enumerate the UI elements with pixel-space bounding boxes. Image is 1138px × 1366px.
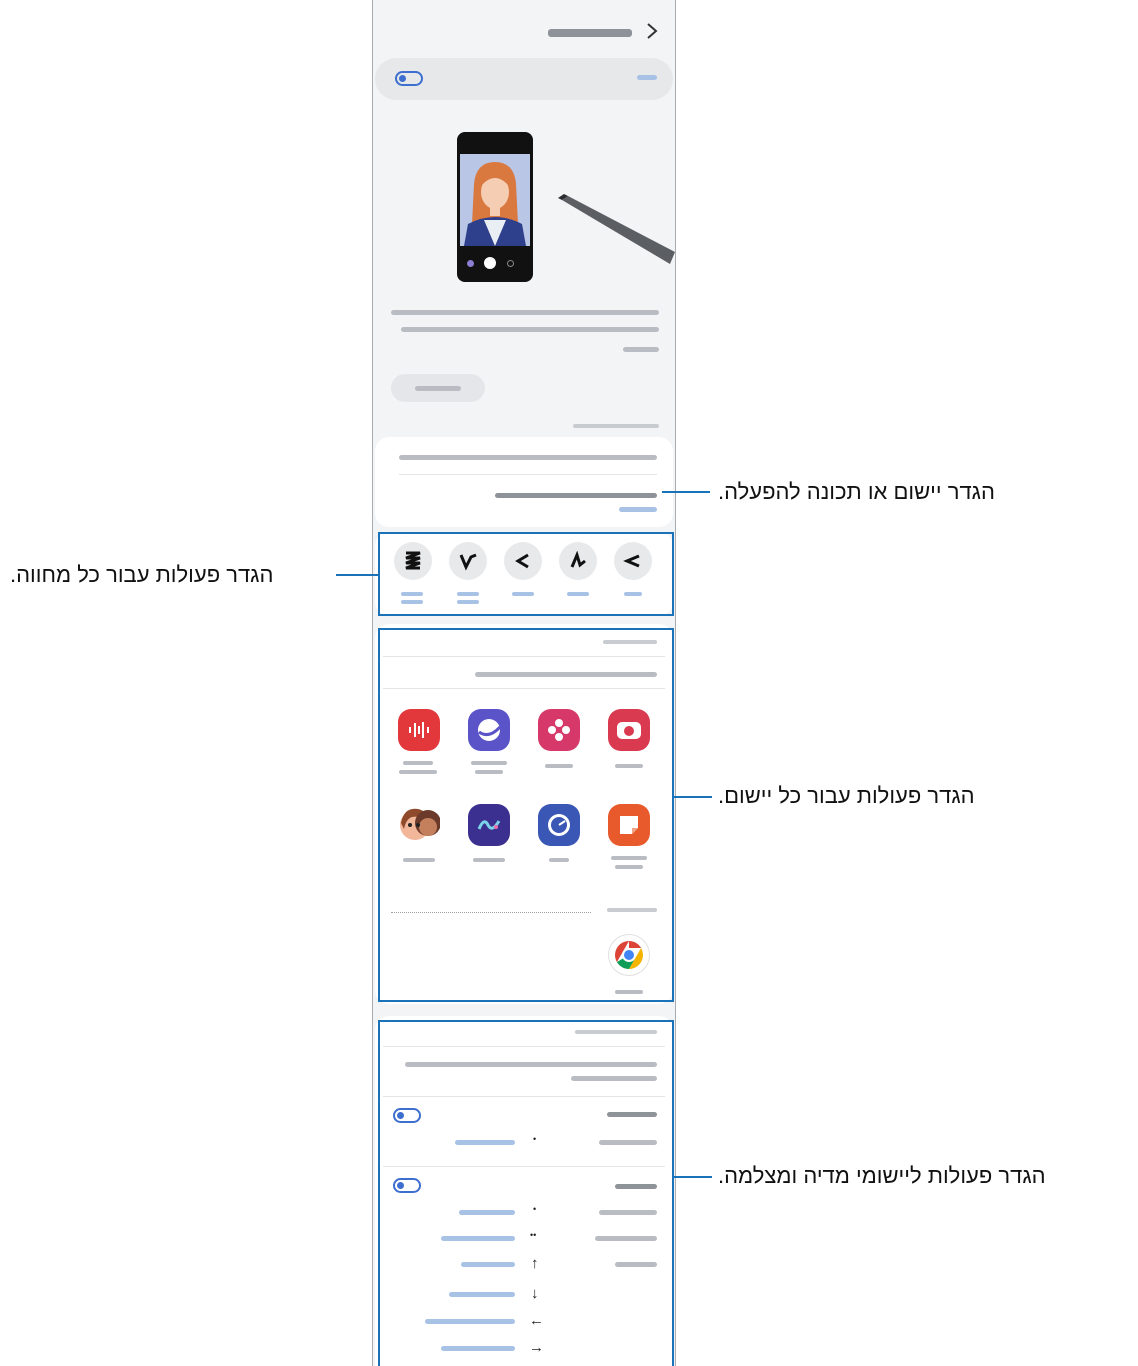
leader-line: [662, 491, 710, 493]
person-illustration: [464, 162, 526, 246]
media-highlight: [378, 1020, 674, 1366]
callout-app-actions: הגדר פעולות עבור כל יישום.: [718, 783, 975, 808]
open-app-setting[interactable]: [495, 493, 657, 498]
s-pen-icon: [558, 194, 675, 264]
master-toggle[interactable]: [395, 71, 423, 86]
learn-more-label: [415, 386, 461, 391]
learn-more-button[interactable]: [391, 374, 485, 402]
back-button[interactable]: [643, 22, 661, 40]
apps-highlight: [378, 628, 674, 1002]
master-switch-bar[interactable]: [375, 58, 673, 100]
leader-line: [674, 796, 712, 798]
desc-line: [401, 327, 659, 332]
chevron-right-icon: [647, 23, 658, 39]
leader-line: [674, 1176, 712, 1178]
desc-line: [391, 310, 659, 315]
gestures-highlight: [378, 532, 674, 616]
open-app-value: [619, 507, 657, 512]
callout-media-actions: הגדר פעולות ליישומי מדיה ומצלמה.: [718, 1163, 1046, 1188]
section-header: [573, 424, 659, 428]
desc-line: [623, 347, 659, 352]
card-caption: [399, 455, 657, 460]
open-app-card: [375, 437, 673, 527]
callout-gestures: הגדר פעולות עבור כל מחווה.: [10, 562, 274, 587]
master-switch-label: [637, 75, 657, 80]
callout-open-app: הגדר יישום או תכונה להפעלה.: [718, 479, 995, 504]
leader-line: [336, 574, 378, 576]
illustration: [457, 132, 533, 282]
page-title: [548, 29, 632, 37]
